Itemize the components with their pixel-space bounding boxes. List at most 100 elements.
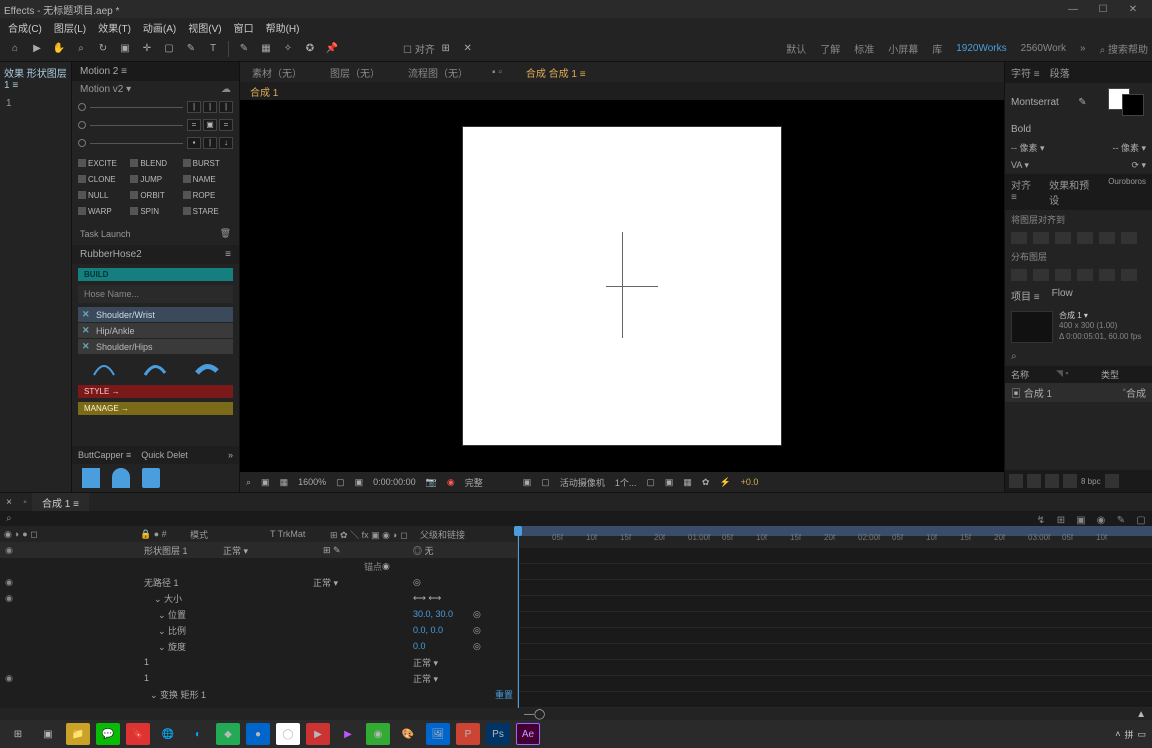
explorer-icon[interactable]: 📁 <box>66 723 90 745</box>
grid-icon[interactable]: ▦ <box>280 477 289 488</box>
tl-icon[interactable]: ⊞ <box>1054 513 1068 527</box>
pickwhip-icon[interactable]: ◎ <box>473 625 481 635</box>
folder-icon[interactable] <box>1063 474 1077 488</box>
zoom-in-icon[interactable]: ▲ <box>1136 709 1146 720</box>
trkmat-col[interactable]: T TrkMat <box>270 529 330 539</box>
tracking-icon[interactable]: VA ▾ <box>1011 160 1029 171</box>
close-button[interactable]: ✕ <box>1118 4 1148 15</box>
new-folder-icon[interactable] <box>1045 474 1059 488</box>
reset-link[interactable]: 重置 <box>495 688 513 701</box>
interpret-icon[interactable] <box>1009 474 1023 488</box>
ruler-icon[interactable]: ▣ <box>261 477 270 488</box>
layer-name[interactable]: 无路径 1 <box>144 576 313 589</box>
powerpoint-icon[interactable]: P <box>456 723 480 745</box>
blend-mode[interactable]: 正常 ▾ <box>413 672 513 685</box>
viewer-tab-comp[interactable]: 合成 合成 1 ≡ <box>522 63 590 82</box>
ws-more-icon[interactable]: » <box>1080 43 1086 54</box>
transparency-icon[interactable]: ▣ <box>523 477 532 488</box>
trash-icon[interactable]: 🗑 <box>220 228 231 239</box>
project-search-icon[interactable]: ⌕ <box>1011 351 1017 362</box>
pickwhip-icon[interactable]: ◎ <box>473 641 481 651</box>
zoom-out-icon[interactable]: —◯ <box>524 709 545 720</box>
snap-opt-icon[interactable]: ⊞ <box>438 41 454 57</box>
menu-item[interactable]: 帮助(H) <box>260 18 306 37</box>
rh-hose-input[interactable]: Hose Name... <box>78 285 233 303</box>
project-tab[interactable]: 项目 ≡ <box>1011 288 1040 303</box>
snap-checkbox[interactable]: ☐ 对齐 <box>403 41 435 56</box>
photoshop-icon[interactable]: Ps <box>486 723 510 745</box>
trash-icon[interactable] <box>1105 474 1119 488</box>
prop-position[interactable]: 位置 <box>168 610 186 620</box>
view-opt-icon[interactable]: ▣ <box>665 477 674 488</box>
pen-tool-icon[interactable]: ✎ <box>183 41 199 57</box>
pan-behind-icon[interactable]: ✛ <box>139 41 155 57</box>
motion-rope[interactable]: ROPE <box>183 188 233 202</box>
menu-item[interactable]: 图层(L) <box>48 18 92 37</box>
prop-scale[interactable]: 比例 <box>168 626 186 636</box>
rotate-tool-icon[interactable]: ↻ <box>95 41 111 57</box>
magnify-icon[interactable]: ⌕ <box>246 477 251 488</box>
timeline-tracks[interactable]: 05f 10f 15f 20f 01:00f 05f 10f 15f 20f 0… <box>518 526 1152 708</box>
channel-icon[interactable]: ▣ <box>355 477 364 488</box>
app-icon[interactable]: ▶ <box>306 723 330 745</box>
resolution[interactable]: 完整 <box>465 476 483 489</box>
app-icon[interactable]: ◆ <box>216 723 240 745</box>
ws-link[interactable]: 1920Works <box>956 43 1006 54</box>
font-size[interactable]: -- 像素 ▾ <box>1011 141 1045 154</box>
after-effects-icon[interactable]: Ae <box>516 723 540 745</box>
paragraph-tab[interactable]: 段落 <box>1050 65 1070 80</box>
ws-search-icon[interactable]: ⌕ 搜索帮助 <box>1100 41 1148 56</box>
motion-tab[interactable]: Motion 2 ≡ <box>80 66 127 77</box>
pickwhip-icon[interactable]: ◎ <box>413 546 422 556</box>
parent-dropdown[interactable]: 无 <box>425 546 434 556</box>
camera-tool-icon[interactable]: ▣ <box>117 41 133 57</box>
dist-icon[interactable] <box>1033 269 1049 281</box>
new-comp-icon[interactable] <box>1027 474 1041 488</box>
time-display[interactable]: 0:00:00:00 <box>373 477 416 487</box>
timeline-search-icon[interactable]: ⌕ <box>6 513 12 524</box>
anchor-toggle[interactable]: ◉ <box>382 561 390 572</box>
dist-icon[interactable] <box>1055 269 1071 281</box>
view-opt-icon[interactable]: ▦ <box>683 477 692 488</box>
blend-mode[interactable]: 正常 ▾ <box>313 576 413 589</box>
bpc-display[interactable]: 8 bpc <box>1081 477 1101 486</box>
puppet-tool-icon[interactable]: 📌 <box>324 41 340 57</box>
butt-cap-icon[interactable] <box>82 468 100 488</box>
character-tab[interactable]: 字符 ≡ <box>1011 65 1040 80</box>
ime-icon[interactable]: 拼 <box>1124 728 1133 741</box>
visibility-icon[interactable]: ◉ <box>4 545 14 556</box>
motion-version[interactable]: Motion v2 ▾ <box>80 84 131 95</box>
zoom-tool-icon[interactable]: ⌕ <box>73 41 89 57</box>
align-left-icon[interactable] <box>1011 232 1027 244</box>
motion-orbit[interactable]: ORBIT <box>130 188 180 202</box>
home-icon[interactable]: ⌂ <box>7 41 23 57</box>
snap-opt2-icon[interactable]: ✕ <box>460 41 476 57</box>
pickwhip-icon[interactable]: ◎ <box>413 577 421 587</box>
rh-item[interactable]: ✕Shoulder/Wrist <box>78 307 233 322</box>
tl-icon[interactable]: ↯ <box>1034 513 1048 527</box>
snapshot-icon[interactable]: 📷 <box>426 477 437 488</box>
comp-breadcrumb[interactable]: 合成 1 <box>250 84 278 99</box>
app-icon[interactable]: ◯ <box>276 723 300 745</box>
pickwhip-icon[interactable]: ◎ <box>473 609 481 619</box>
ouroboros-tab[interactable]: Ouroboros <box>1108 177 1146 207</box>
app-icon[interactable]: 🔖 <box>126 723 150 745</box>
align-tab[interactable]: 对齐 ≡ <box>1011 177 1039 207</box>
app-icon[interactable]: ▶ <box>336 723 360 745</box>
layer-name[interactable]: 1 <box>144 657 413 667</box>
rh-build-button[interactable]: BUILD <box>78 268 233 281</box>
menu-item[interactable]: 合成(C) <box>2 18 48 37</box>
motion-name[interactable]: NAME <box>183 172 233 186</box>
flow-tab[interactable]: Flow <box>1052 288 1073 303</box>
menu-item[interactable]: 视图(V) <box>182 18 227 37</box>
hose-thick-icon[interactable] <box>195 361 219 377</box>
tray-up-icon[interactable]: ˄ <box>1115 729 1120 739</box>
motion-excite[interactable]: EXCITE <box>78 156 128 170</box>
ws-link[interactable]: 库 <box>932 41 942 56</box>
motion-spin[interactable]: SPIN <box>130 204 180 218</box>
photos-icon[interactable]: 🖼 <box>426 723 450 745</box>
align-top-icon[interactable] <box>1077 232 1093 244</box>
motion-burst[interactable]: BURST <box>183 156 233 170</box>
prop-name[interactable]: ⌄ 大小 <box>144 592 313 605</box>
leading[interactable]: -- 像素 ▾ <box>1112 141 1146 154</box>
